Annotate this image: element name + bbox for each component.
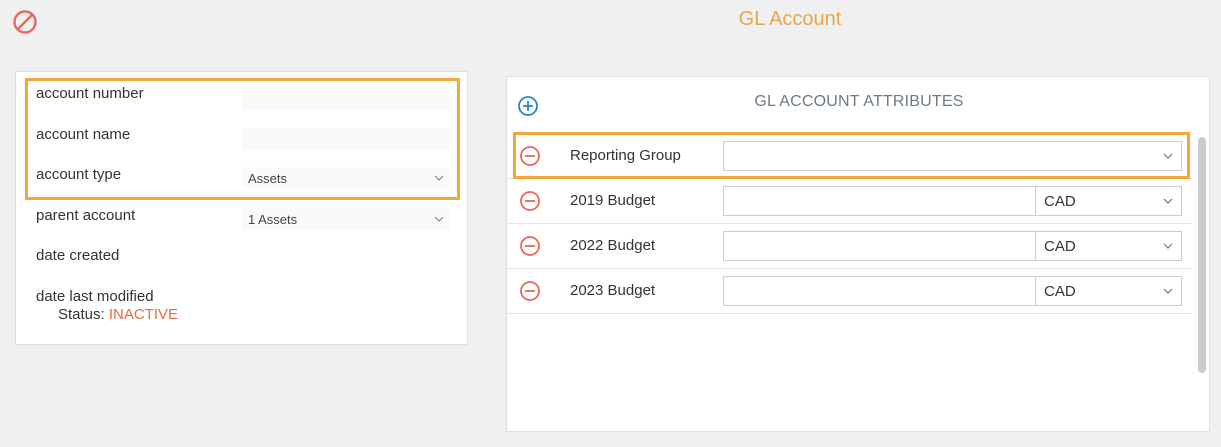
- account-form-panel: account number account name account type…: [15, 71, 468, 345]
- page-title: GL Account: [738, 8, 842, 30]
- attributes-title: GL ACCOUNT ATTRIBUTES: [754, 93, 964, 110]
- cancel-icon[interactable]: [12, 9, 38, 35]
- attribute-label: 2023 Budget: [570, 282, 656, 299]
- attribute-row-2019-budget: 2019 Budget CAD: [507, 179, 1193, 224]
- reporting-group-select[interactable]: [723, 141, 1182, 171]
- account-type-label: account type: [36, 166, 122, 183]
- attributes-panel: GL ACCOUNT ATTRIBUTES Reporting Group 20…: [506, 76, 1210, 432]
- chevron-down-icon: [434, 175, 444, 181]
- currency-value: CAD: [1044, 282, 1076, 300]
- account-number-label: account number: [36, 85, 144, 102]
- attribute-row-2022-budget: 2022 Budget CAD: [507, 224, 1193, 269]
- account-type-select[interactable]: Assets: [242, 167, 450, 189]
- date-last-modified-label: date last modified: [36, 288, 154, 305]
- minus-circle-icon[interactable]: [519, 190, 541, 212]
- account-name-label: account name: [36, 126, 131, 143]
- status-badge: INACTIVE: [108, 306, 179, 323]
- currency-select[interactable]: CAD: [1035, 231, 1182, 261]
- chevron-down-icon: [1163, 198, 1173, 204]
- chevron-down-icon: [1163, 153, 1173, 159]
- chevron-down-icon: [434, 216, 444, 222]
- budget-amount-input[interactable]: [723, 276, 1036, 306]
- status-label: Status:: [58, 306, 105, 323]
- parent-account-label: parent account: [36, 207, 136, 224]
- minus-circle-icon[interactable]: [519, 280, 541, 302]
- attribute-row-reporting-group: Reporting Group: [507, 134, 1193, 179]
- date-created-label: date created: [36, 247, 120, 264]
- attribute-row-2023-budget: 2023 Budget CAD: [507, 269, 1193, 314]
- currency-select[interactable]: CAD: [1035, 186, 1182, 216]
- attribute-label: 2019 Budget: [570, 192, 656, 209]
- account-name-input[interactable]: [242, 128, 450, 150]
- minus-circle-icon[interactable]: [519, 145, 541, 167]
- currency-value: CAD: [1044, 237, 1076, 255]
- parent-account-value: 1 Assets: [248, 211, 298, 227]
- chevron-down-icon: [1163, 288, 1173, 294]
- status-row: Status: INACTIVE: [58, 306, 178, 323]
- minus-circle-icon[interactable]: [519, 235, 541, 257]
- account-type-value: Assets: [248, 170, 288, 186]
- gl-account-page: GL Account account number account name a…: [0, 0, 1221, 447]
- account-number-input[interactable]: [242, 88, 450, 110]
- budget-amount-input[interactable]: [723, 231, 1036, 261]
- budget-amount-input[interactable]: [723, 186, 1036, 216]
- currency-value: CAD: [1044, 192, 1076, 210]
- attribute-label: 2022 Budget: [570, 237, 656, 254]
- attribute-label: Reporting Group: [570, 147, 681, 164]
- chevron-down-icon: [1163, 243, 1173, 249]
- parent-account-select[interactable]: 1 Assets: [242, 208, 450, 230]
- currency-select[interactable]: CAD: [1035, 276, 1182, 306]
- scrollbar-thumb[interactable]: [1198, 137, 1206, 373]
- scrollbar[interactable]: [1195, 123, 1209, 431]
